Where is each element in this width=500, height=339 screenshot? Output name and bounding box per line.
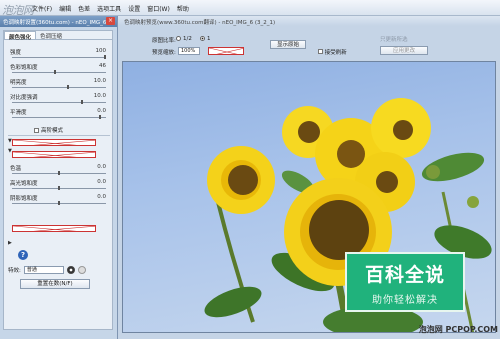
slider-track[interactable] (12, 72, 106, 73)
slider-thumb[interactable] (99, 115, 102, 119)
footer-watermark: 泡泡网 PCPOP.COM (418, 325, 498, 334)
slider-thumb[interactable] (58, 201, 60, 205)
dial-disabled-icon[interactable] (77, 265, 86, 274)
menu-item-settings[interactable]: 设置 (128, 4, 140, 13)
radio-selected-icon[interactable] (200, 36, 205, 41)
auto-refresh-row[interactable]: 接受刷新 (318, 48, 347, 56)
slider-label: 平滑度 (10, 110, 27, 116)
show-original-button[interactable]: 显示原始 (270, 40, 306, 49)
curve-preview-box (12, 139, 96, 146)
badge-title: 百科全说 (364, 264, 445, 286)
radio-icon[interactable] (176, 36, 181, 41)
zoom-preview-box (208, 47, 244, 55)
dial-icon[interactable] (66, 265, 75, 274)
slider-label: 明亮度 (10, 80, 27, 86)
slider-thumb[interactable] (54, 70, 57, 74)
slider-value: 0.0 (97, 179, 106, 185)
baike-badge: 百科全说 助你轻松解决 (345, 252, 465, 312)
saturation-preview-box (12, 225, 96, 232)
gradient-preview-box (12, 151, 96, 158)
slider-thumb[interactable] (81, 100, 83, 104)
zoom-cross-icon (209, 48, 243, 54)
slider-track[interactable] (12, 102, 106, 103)
original-ratio-label: 原图比率: (152, 38, 176, 44)
slider-value: 0.0 (97, 194, 106, 200)
slider-control[interactable]: 色温 0.0 (10, 164, 108, 175)
feature-row: 特效: 普通 (8, 265, 104, 274)
tab-color-enhance[interactable]: 颜色强化 (4, 31, 37, 41)
tone-mapping-settings-panel: 色调映射设置(360tu.com) - nEO_IMG_6 × 颜色强化 色调压… (0, 16, 118, 339)
panel-title: 色调映射设置(360tu.com) - nEO_IMG_6 (3, 20, 107, 26)
slider-track[interactable] (12, 87, 106, 88)
slider-label: 强度 (10, 50, 22, 56)
menu-item-file[interactable]: 文件(F) (32, 4, 52, 13)
menu-item-edit[interactable]: 编辑 (59, 4, 71, 13)
badge-subtitle: 助你轻松解决 (372, 295, 438, 306)
slider-label: 高光饱和度 (10, 181, 38, 187)
slider-thumb[interactable] (58, 186, 60, 190)
tab-tone-compress[interactable]: 色调压缩 (36, 31, 66, 40)
slider-label: 色彩饱和度 (10, 65, 38, 71)
slider-thumb[interactable] (104, 55, 106, 59)
gradient-cross-icon (13, 152, 95, 157)
collapse-arrow-icon[interactable]: ▶ (8, 240, 12, 246)
advanced-mode-row[interactable]: 高阶模式 (34, 126, 63, 134)
preview-toolbar: 原图比率: 1/2 1 预览缩放: 100% 显示原始 只更新所选 接受刷新 应… (118, 27, 500, 59)
menu-item-help[interactable]: 帮助 (177, 4, 189, 13)
feature-label: 特效: (8, 267, 21, 274)
preview-zoom-label: 预览缩放: (152, 50, 176, 56)
saturation-cross-icon (13, 226, 95, 231)
slider-label: 色温 (10, 166, 22, 172)
slider-thumb[interactable] (58, 171, 60, 175)
apply-button[interactable]: 应用更改 (380, 46, 428, 55)
slider-track[interactable] (12, 117, 106, 118)
advanced-mode-checkbox[interactable] (34, 127, 39, 133)
panel-title-bar: 色调映射设置(360tu.com) - nEO_IMG_6 × (0, 16, 117, 27)
ratio-option-half[interactable]: 1/2 (174, 36, 192, 42)
menu-item-window[interactable]: 窗口(W) (147, 4, 170, 13)
slider-track[interactable] (12, 57, 106, 58)
slider-control[interactable]: 阴影饱和度 0.0 (10, 194, 108, 205)
slider-control[interactable]: 明亮度 10.0 (10, 78, 108, 89)
slider-label: 对比度强调 (10, 95, 38, 101)
slider-value: 10.0 (93, 78, 106, 84)
disabled-hint: 只更新所选 (380, 37, 408, 43)
slider-control[interactable]: 强度 100 (10, 48, 108, 59)
auto-refresh-checkbox[interactable] (318, 49, 323, 54)
slider-control[interactable]: 高光饱和度 0.0 (10, 179, 108, 190)
slider-value: 0.0 (97, 164, 106, 170)
slider-value: 10.0 (93, 93, 106, 99)
preview-title: 色调映射预览(www.360tu.com翻译) - nEO_IMG_6 (3_2… (118, 16, 500, 26)
slider-value: 0.0 (97, 108, 106, 114)
preview-zoom-input[interactable]: 100% (178, 47, 200, 55)
divider (8, 135, 110, 136)
help-icon[interactable]: ? (18, 250, 28, 260)
ratio-option-one[interactable]: 1 (198, 36, 211, 42)
menu-item-color[interactable]: 色差 (78, 4, 90, 13)
close-icon[interactable]: × (106, 17, 115, 25)
panel-tabs: 颜色强化 色调压缩 (4, 31, 112, 41)
slider-thumb[interactable] (67, 85, 70, 89)
slider-control[interactable]: 平滑度 0.0 (10, 108, 108, 119)
slider-control[interactable]: 色彩饱和度 46 (10, 63, 108, 74)
menu-bar: 泡泡网 文件(F) 编辑 色差 选项工具 设置 窗口(W) 帮助 (0, 0, 500, 17)
slider-label: 阴影饱和度 (10, 196, 38, 202)
menu-item-tools[interactable]: 选项工具 (97, 4, 121, 13)
slider-value: 100 (95, 48, 107, 54)
feature-select[interactable]: 普通 (23, 265, 64, 274)
slider-value: 46 (99, 63, 106, 69)
advanced-mode-label: 高阶模式 (41, 128, 64, 134)
reset-button[interactable]: 重置在数(N/F) (20, 279, 90, 289)
slider-control[interactable]: 对比度强调 10.0 (10, 93, 108, 104)
menu: 文件(F) 编辑 色差 选项工具 设置 窗口(W) 帮助 (32, 4, 189, 13)
curve-cross-icon (13, 140, 95, 145)
